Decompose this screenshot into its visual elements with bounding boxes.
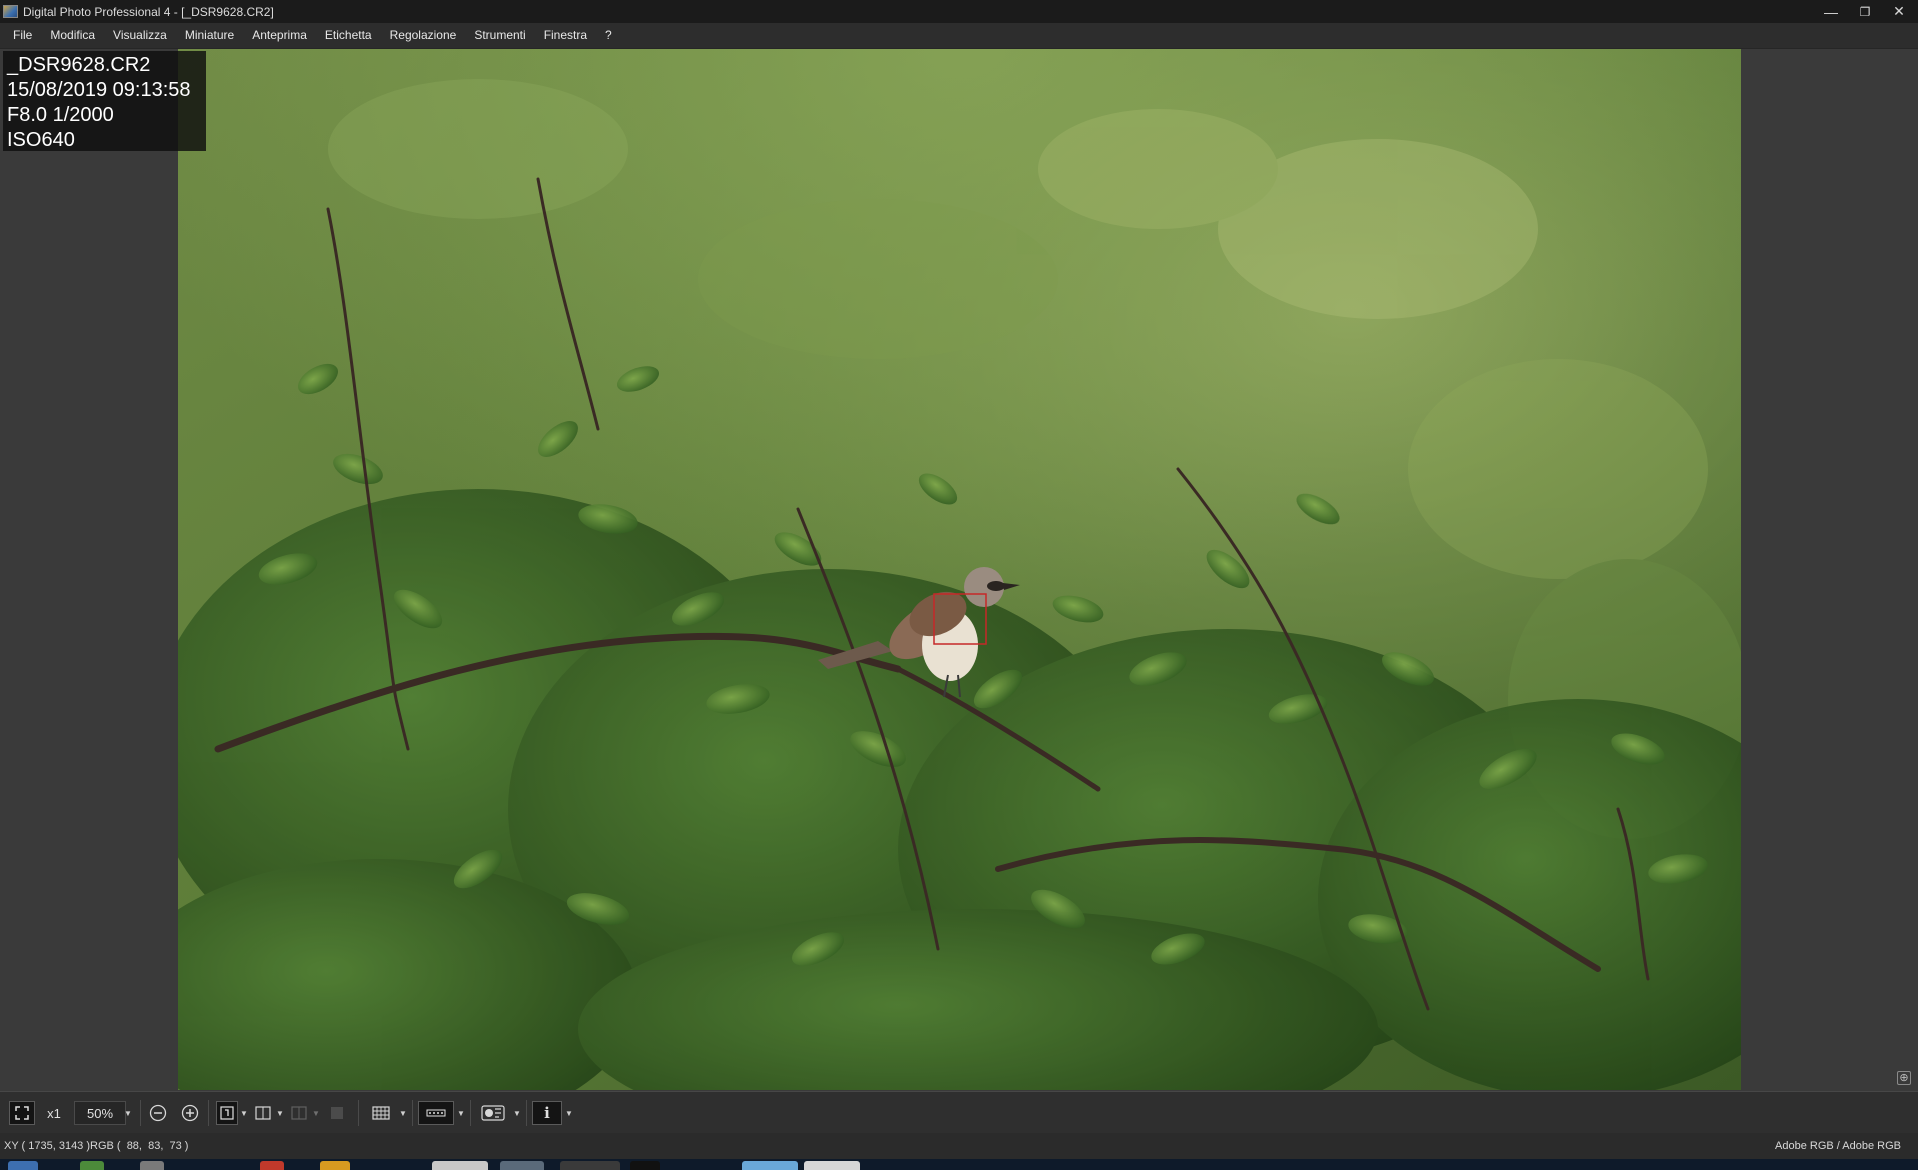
taskbar-app-icon[interactable]: [320, 1161, 350, 1170]
display-mode-icon[interactable]: [476, 1101, 510, 1125]
display-mode-dropdown-icon[interactable]: ▼: [512, 1101, 522, 1125]
menu-modifica[interactable]: Modifica: [41, 23, 104, 48]
taskbar-app-icon[interactable]: [432, 1161, 488, 1170]
app-icon: [3, 5, 18, 18]
zoom-dropdown-icon[interactable]: ▼: [123, 1101, 133, 1125]
taskbar-app-icon[interactable]: [560, 1161, 620, 1170]
os-taskbar: [0, 1159, 1918, 1170]
taskbar-app-icon[interactable]: [630, 1161, 660, 1170]
highlight-warning-icon[interactable]: [418, 1101, 454, 1125]
info-dropdown-icon[interactable]: ▼: [564, 1101, 574, 1125]
menu-help[interactable]: ?: [596, 23, 621, 48]
menu-finestra[interactable]: Finestra: [535, 23, 596, 48]
split-view-icon[interactable]: [326, 1101, 348, 1125]
zoom-in-icon[interactable]: [178, 1101, 202, 1125]
af-point-icon[interactable]: [216, 1101, 238, 1125]
taskbar-app-icon[interactable]: [140, 1161, 164, 1170]
zoom-out-icon[interactable]: [146, 1101, 170, 1125]
menu-etichetta[interactable]: Etichetta: [316, 23, 381, 48]
sync-compare-icon[interactable]: [288, 1101, 310, 1125]
taskbar-app-icon[interactable]: [804, 1161, 860, 1170]
info-datetime: 15/08/2019 09:13:58: [7, 79, 191, 101]
title-bar: Digital Photo Professional 4 - [_DSR9628…: [0, 0, 1918, 23]
compare-layout-icon[interactable]: [252, 1101, 274, 1125]
menu-visualizza[interactable]: Visualizza: [104, 23, 176, 48]
bird-photo: [178, 49, 1741, 1090]
photo-preview[interactable]: [178, 49, 1741, 1090]
viewer-toolbar: x1 50% ▼ ▼ ▼ ▼ ▼ ▼ ▼ i ▼: [0, 1091, 1918, 1133]
menu-file[interactable]: File: [0, 23, 41, 48]
taskbar-app-icon[interactable]: [500, 1161, 544, 1170]
sync-dropdown-icon[interactable]: ▼: [311, 1101, 321, 1125]
color-profile-label: Adobe RGB / Adobe RGB: [1775, 1140, 1901, 1152]
menu-miniature[interactable]: Miniature: [176, 23, 243, 48]
info-exposure: F8.0 1/2000: [7, 104, 114, 126]
taskbar-app-icon[interactable]: [742, 1161, 798, 1170]
restore-button[interactable]: ❐: [1848, 0, 1882, 23]
navigator-icon[interactable]: ⊕: [1897, 1071, 1911, 1085]
minimize-button[interactable]: —: [1814, 0, 1848, 23]
menu-strumenti[interactable]: Strumenti: [465, 23, 534, 48]
image-info-overlay: _DSR9628.CR2 15/08/2019 09:13:58 F8.0 1/…: [3, 51, 206, 151]
zoom-100-button[interactable]: x1: [40, 1101, 68, 1125]
zoom-level-select[interactable]: 50%: [74, 1101, 126, 1125]
menu-regolazione[interactable]: Regolazione: [381, 23, 466, 48]
highlight-dropdown-icon[interactable]: ▼: [456, 1101, 466, 1125]
taskbar-app-icon[interactable]: [260, 1161, 284, 1170]
menu-anteprima[interactable]: Anteprima: [243, 23, 316, 48]
taskbar-start-icon[interactable]: [8, 1161, 38, 1170]
window-title: Digital Photo Professional 4 - [_DSR9628…: [23, 4, 274, 19]
compare-dropdown-icon[interactable]: ▼: [275, 1101, 285, 1125]
info-button[interactable]: i: [532, 1101, 562, 1125]
fit-to-window-icon[interactable]: [9, 1101, 35, 1125]
image-viewer[interactable]: _DSR9628.CR2 15/08/2019 09:13:58 F8.0 1/…: [0, 49, 1918, 1090]
info-iso: ISO640: [7, 129, 75, 151]
info-filename: _DSR9628.CR2: [7, 54, 151, 76]
af-point-dropdown-icon[interactable]: ▼: [239, 1101, 249, 1125]
menu-bar: File Modifica Visualizza Miniature Antep…: [0, 23, 1918, 49]
cursor-readout: XY ( 1735, 3143 )RGB ( 88, 83, 73 ): [4, 1140, 189, 1152]
taskbar-app-icon[interactable]: [80, 1161, 104, 1170]
grid-dropdown-icon[interactable]: ▼: [398, 1101, 408, 1125]
status-bar: XY ( 1735, 3143 )RGB ( 88, 83, 73 ) Adob…: [0, 1133, 1918, 1159]
grid-overlay-icon[interactable]: [366, 1101, 396, 1125]
close-button[interactable]: ✕: [1882, 0, 1916, 23]
